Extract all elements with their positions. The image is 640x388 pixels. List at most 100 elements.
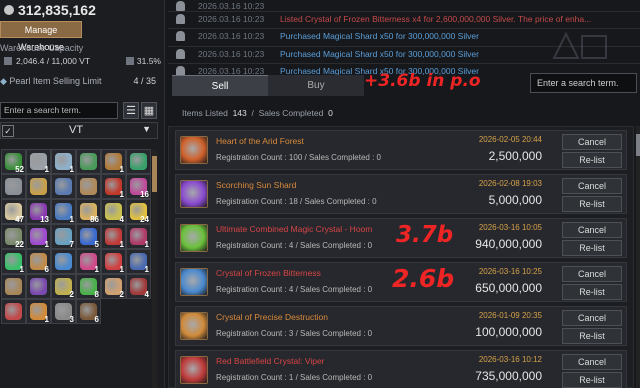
list-view-button[interactable]: ☰ (123, 102, 139, 119)
inventory-slot[interactable]: 1 (101, 249, 126, 274)
listing-price: 735,000,000 (475, 369, 542, 383)
inventory-slot[interactable]: 2 (101, 274, 126, 299)
listing-price: 100,000,000 (475, 325, 542, 339)
pearl-limit-row: ◆ Pearl Item Selling Limit 4 / 35 (0, 76, 160, 87)
item-count: 6 (44, 265, 49, 274)
warehouse-search-input[interactable]: Enter a search term. (0, 102, 118, 119)
warehouse-capacity-row: 2,046.4 / 11,000 VT 31.5% (0, 56, 165, 68)
cancel-button[interactable]: Cancel (562, 354, 622, 370)
bell-icon (176, 49, 185, 59)
inventory-slot[interactable] (26, 274, 51, 299)
inventory-slot[interactable] (126, 149, 151, 174)
listing-item[interactable]: Heart of the Arid Forest Registration Cou… (175, 130, 627, 170)
item-count: 4 (144, 290, 149, 299)
listing-item-icon (180, 356, 208, 384)
listing-registration: Registration Count : 4 / Sales Completed… (216, 285, 373, 294)
listing-item[interactable]: Crystal of Precise Destruction Registrati… (175, 306, 627, 346)
relist-button[interactable]: Re-list (562, 284, 622, 300)
item-count: 1 (69, 165, 74, 174)
inventory-slot[interactable] (1, 299, 26, 324)
inventory-slot[interactable] (76, 174, 101, 199)
item-icon (130, 153, 147, 170)
warehouse-scroll-thumb[interactable] (152, 156, 157, 192)
inventory-slot[interactable]: 1 (1, 249, 26, 274)
cancel-button[interactable]: Cancel (562, 178, 622, 194)
item-count: 1 (19, 265, 24, 274)
inventory-slot[interactable]: 86 (76, 199, 101, 224)
listing-date: 2026-03-16 10:12 (478, 355, 542, 364)
inventory-slot[interactable]: 1 (51, 199, 76, 224)
filter-checkbox[interactable]: ✓ (2, 125, 14, 137)
relist-button[interactable]: Re-list (562, 372, 622, 388)
item-count: 1 (144, 265, 149, 274)
item-count: 86 (90, 215, 99, 224)
inventory-slot[interactable]: 1 (101, 149, 126, 174)
inventory-slot[interactable]: 47 (1, 199, 26, 224)
inventory-slot[interactable] (26, 174, 51, 199)
inventory-slot[interactable]: 6 (76, 299, 101, 324)
item-count: 52 (15, 165, 24, 174)
relist-button[interactable]: Re-list (562, 152, 622, 168)
cancel-button[interactable]: Cancel (562, 266, 622, 282)
inventory-slot[interactable]: 52 (1, 149, 26, 174)
cancel-button[interactable]: Cancel (562, 134, 622, 150)
inventory-slot[interactable]: 1 (26, 299, 51, 324)
filter-value: VT (69, 124, 84, 136)
inventory-slot[interactable]: 22 (1, 224, 26, 249)
inventory-slot[interactable]: 1 (126, 224, 151, 249)
item-count: 5 (94, 240, 99, 249)
inventory-slot[interactable] (76, 149, 101, 174)
warehouse-scrollbar[interactable] (152, 150, 157, 388)
listing-scrollbar[interactable] (636, 126, 640, 388)
inventory-slot[interactable] (1, 174, 26, 199)
inventory-slot[interactable]: 1 (76, 249, 101, 274)
relist-button[interactable]: Re-list (562, 240, 622, 256)
inventory-slot[interactable]: 4 (126, 274, 151, 299)
inventory-slot[interactable] (1, 274, 26, 299)
pearl-limit-label: Pearl Item Selling Limit (9, 76, 102, 86)
listing-registration: Registration Count : 1 / Sales Completed… (216, 373, 373, 382)
marketplace-panel: 2026.03.16 10:23 2026.03.16 10:23 Listed C… (168, 0, 640, 388)
pearl-icon: ◆ (0, 76, 10, 86)
cancel-button[interactable]: Cancel (562, 310, 622, 326)
listing-date: 2026-01-09 20:35 (478, 311, 542, 320)
listing-scroll-thumb[interactable] (636, 134, 640, 156)
inventory-slot[interactable]: 2 (51, 274, 76, 299)
relist-button[interactable]: Re-list (562, 328, 622, 344)
inventory-slot[interactable]: 5 (76, 224, 101, 249)
grid-view-button[interactable]: ▦ (141, 102, 157, 119)
cancel-button[interactable]: Cancel (562, 222, 622, 238)
inventory-slot[interactable]: 1 (26, 149, 51, 174)
inventory-slot[interactable]: 13 (26, 199, 51, 224)
listing-item[interactable]: Red Battlefield Crystal: Viper Registrati… (175, 350, 627, 388)
inventory-slot[interactable]: 4 (101, 199, 126, 224)
relist-button[interactable]: Re-list (562, 196, 622, 212)
listing-search-input[interactable]: Enter a search term. (530, 73, 637, 93)
item-count: 1 (44, 165, 49, 174)
listing-registration: Registration Count : 100 / Sales Complet… (216, 153, 381, 162)
annotation-preorder: +3.6b in p.o (364, 71, 481, 91)
capacity-icon (125, 57, 134, 65)
inventory-slot[interactable]: 24 (126, 199, 151, 224)
inventory-slot[interactable] (51, 174, 76, 199)
inventory-slot[interactable]: 16 (126, 174, 151, 199)
inventory-slot[interactable] (51, 249, 76, 274)
inventory-slot[interactable]: 1 (101, 174, 126, 199)
listing-name: Crystal of Precise Destruction (216, 312, 328, 322)
warehouse-capacity-value: 2,046.4 / 11,000 VT (16, 56, 91, 66)
vt-filter-dropdown[interactable]: ✓ VT ▼ (0, 122, 158, 139)
tab-buy[interactable]: Buy (268, 75, 364, 96)
inventory-slot[interactable]: 6 (26, 249, 51, 274)
inventory-slot[interactable]: 1 (126, 249, 151, 274)
manage-warehouse-button[interactable]: Manage Warehouse (0, 21, 82, 52)
item-icon (5, 178, 22, 195)
inventory-slot[interactable]: 1 (51, 149, 76, 174)
listing-name: Ultimate Combined Magic Crystal - Hoom (216, 224, 373, 234)
inventory-slot[interactable]: 3 (51, 299, 76, 324)
tab-sell[interactable]: Sell (172, 75, 268, 96)
inventory-slot[interactable]: 1 (101, 224, 126, 249)
inventory-slot[interactable]: 8 (76, 274, 101, 299)
listing-item[interactable]: Scorching Sun Shard Registration Count : … (175, 174, 627, 214)
inventory-slot[interactable]: 7 (51, 224, 76, 249)
inventory-slot[interactable]: 1 (26, 224, 51, 249)
